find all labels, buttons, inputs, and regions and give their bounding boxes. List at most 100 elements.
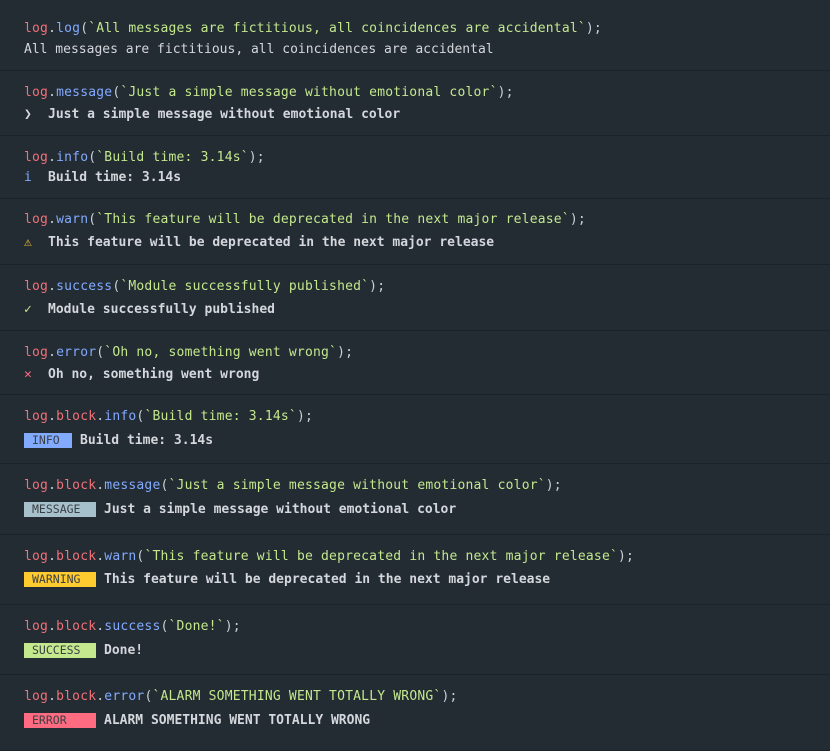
output-text: All messages are fictitious, all coincid… bbox=[24, 42, 494, 57]
warning-triangle-icon: ⚠ bbox=[24, 235, 32, 250]
output-text: Build time: 3.14s bbox=[80, 433, 214, 448]
output-line: ✓ Module successfully published bbox=[24, 301, 275, 318]
checkmark-icon: ✓ bbox=[24, 302, 32, 317]
message-badge: MESSAGE bbox=[24, 502, 96, 517]
log-entry-block-warn: log.block.warn(`This feature will be dep… bbox=[0, 535, 830, 605]
code-argument: `Oh no, something went wrong` bbox=[104, 345, 338, 360]
code-object: log bbox=[24, 212, 49, 227]
code-object: log bbox=[24, 689, 49, 704]
code-method: log bbox=[56, 21, 81, 36]
log-entry-warn: log.warn(`This feature will be deprecate… bbox=[0, 199, 830, 265]
code-dot: . bbox=[48, 549, 57, 564]
code-line: log.block.info(`Build time: 3.14s`); bbox=[24, 408, 313, 425]
code-method: message bbox=[56, 85, 113, 100]
output-text: Done! bbox=[104, 643, 144, 658]
output-line: WARNING This feature will be deprecated i… bbox=[24, 571, 550, 588]
log-entry-block-success: log.block.success(`Done!`); SUCCESS Done! bbox=[0, 605, 830, 675]
code-block: block bbox=[56, 619, 97, 634]
code-dot: . bbox=[48, 212, 57, 227]
log-entry-error: log.error(`Oh no, something went wrong`)… bbox=[0, 331, 830, 395]
code-close-paren: ); bbox=[296, 409, 314, 424]
code-object: log bbox=[24, 85, 49, 100]
log-entry-log: log.log(`All messages are fictitious, al… bbox=[0, 0, 830, 71]
code-method: info bbox=[56, 150, 89, 165]
output-line: i Build time: 3.14s bbox=[24, 169, 181, 186]
code-dot: . bbox=[48, 478, 57, 493]
code-line: log.info(`Build time: 3.14s`); bbox=[24, 149, 265, 166]
code-argument: `Build time: 3.14s` bbox=[96, 150, 249, 165]
output-line: ✕ Oh no, something went wrong bbox=[24, 366, 259, 383]
code-argument: `Build time: 3.14s` bbox=[144, 409, 297, 424]
code-close-paren: ); bbox=[497, 85, 514, 100]
output-text: This feature will be deprecated in the n… bbox=[48, 235, 495, 250]
code-dot: . bbox=[48, 150, 57, 165]
code-block: block bbox=[56, 549, 97, 564]
code-block: block bbox=[56, 478, 97, 493]
output-line: INFO Build time: 3.14s bbox=[24, 432, 213, 449]
code-close-paren: ); bbox=[337, 345, 354, 360]
code-object: log bbox=[24, 345, 49, 360]
chevron-right-icon: ❯ bbox=[24, 107, 32, 122]
code-line: log.success(`Module successfully publish… bbox=[24, 278, 385, 295]
log-entry-block-message: log.block.message(`Just a simple message… bbox=[0, 464, 830, 535]
log-entry-success: log.success(`Module successfully publish… bbox=[0, 265, 830, 331]
code-argument: `Module successfully published` bbox=[120, 279, 370, 294]
code-argument: `All messages are fictitious, all coinci… bbox=[88, 21, 586, 36]
code-open-paren: ( bbox=[160, 478, 169, 493]
code-object: log bbox=[24, 478, 49, 493]
code-argument: `ALARM SOMETHING WENT TOTALLY WRONG` bbox=[152, 689, 442, 704]
code-object: log bbox=[24, 21, 49, 36]
error-badge: ERROR bbox=[24, 713, 96, 728]
log-entry-block-info: log.block.info(`Build time: 3.14s`); INF… bbox=[0, 395, 830, 464]
cross-icon: ✕ bbox=[24, 367, 32, 382]
output-text: ALARM SOMETHING WENT TOTALLY WRONG bbox=[104, 713, 371, 728]
output-line: ⚠ This feature will be deprecated in the … bbox=[24, 234, 494, 251]
output-text: Build time: 3.14s bbox=[48, 170, 182, 185]
code-line: log.error(`Oh no, something went wrong`)… bbox=[24, 344, 353, 361]
code-method: warn bbox=[104, 549, 137, 564]
output-text: Module successfully published bbox=[48, 302, 275, 317]
code-line: log.block.error(`ALARM SOMETHING WENT TO… bbox=[24, 688, 458, 705]
code-line: log.message(`Just a simple message witho… bbox=[24, 84, 514, 101]
warning-badge: WARNING bbox=[24, 572, 96, 587]
code-dot: . bbox=[48, 21, 57, 36]
code-dot: . bbox=[48, 85, 57, 100]
code-method: info bbox=[104, 409, 137, 424]
code-dot: . bbox=[48, 689, 57, 704]
output-text: This feature will be deprecated in the n… bbox=[104, 572, 551, 587]
code-line: log.block.message(`Just a simple message… bbox=[24, 477, 562, 494]
code-line: log.block.warn(`This feature will be dep… bbox=[24, 548, 634, 565]
success-badge: SUCCESS bbox=[24, 643, 96, 658]
code-block: block bbox=[56, 409, 97, 424]
code-open-paren: ( bbox=[160, 619, 169, 634]
code-close-paren: ); bbox=[618, 549, 635, 564]
code-argument: `Just a simple message without emotional… bbox=[120, 85, 498, 100]
code-method: success bbox=[56, 279, 113, 294]
code-method: message bbox=[104, 478, 161, 493]
code-method: error bbox=[104, 689, 145, 704]
code-close-paren: ); bbox=[569, 212, 586, 227]
code-dot: . bbox=[48, 409, 57, 424]
code-object: log bbox=[24, 150, 49, 165]
code-close-paren: ); bbox=[248, 150, 265, 165]
output-text: Oh no, something went wrong bbox=[48, 367, 260, 382]
code-block: block bbox=[56, 689, 97, 704]
log-entry-block-error: log.block.error(`ALARM SOMETHING WENT TO… bbox=[0, 675, 830, 751]
code-close-paren: ); bbox=[441, 689, 458, 704]
output-line: All messages are fictitious, all coincid… bbox=[24, 41, 494, 58]
code-object: log bbox=[24, 279, 49, 294]
code-dot: . bbox=[48, 345, 57, 360]
code-method: success bbox=[104, 619, 161, 634]
output-line: MESSAGE Just a simple message without emo… bbox=[24, 501, 456, 518]
info-icon: i bbox=[24, 170, 32, 185]
code-argument: `Done!` bbox=[168, 619, 225, 634]
code-argument: `This feature will be deprecated in the … bbox=[96, 212, 570, 227]
code-object: log bbox=[24, 619, 49, 634]
code-line: log.block.success(`Done!`); bbox=[24, 618, 241, 635]
output-text: Just a simple message without emotional … bbox=[104, 502, 457, 517]
code-method: warn bbox=[56, 212, 89, 227]
code-line: log.warn(`This feature will be deprecate… bbox=[24, 211, 586, 228]
log-entry-message: log.message(`Just a simple message witho… bbox=[0, 71, 830, 136]
info-badge: INFO bbox=[24, 433, 72, 448]
output-line: ERROR ALARM SOMETHING WENT TOTALLY WRONG bbox=[24, 712, 370, 729]
